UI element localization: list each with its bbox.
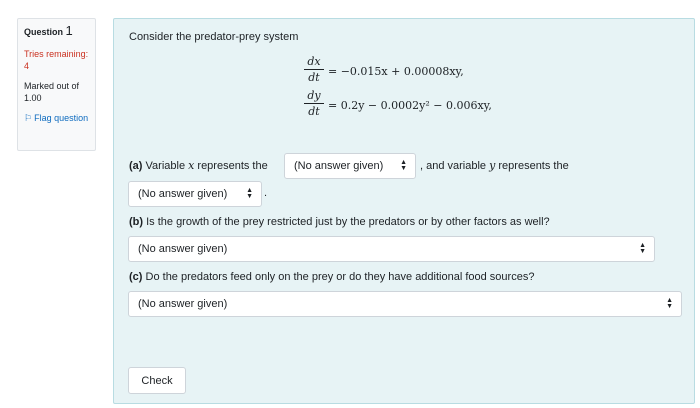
variable-x: x bbox=[188, 159, 195, 172]
part-a-label: (a) bbox=[129, 160, 143, 172]
marked-out-of: Marked out of 1.00 bbox=[24, 81, 80, 103]
select-arrows-icon: ▲ ▼ bbox=[246, 187, 253, 200]
question-info-panel: Question 1 Tries remaining: 4 Marked out… bbox=[17, 18, 96, 151]
part-a-text-1: (a) Variable x represents the bbox=[129, 159, 268, 172]
part-a-select-2-value: (No answer given) bbox=[138, 188, 228, 200]
equation-2-fraction: dy dt bbox=[304, 89, 324, 118]
part-b-label: (b) bbox=[129, 216, 144, 228]
part-a-select-2[interactable]: (No answer given) ▲ ▼ bbox=[128, 181, 262, 207]
part-c-select[interactable]: (No answer given) ▲ ▼ bbox=[128, 291, 682, 317]
part-b-question: Is the growth of the prey restricted jus… bbox=[146, 216, 550, 228]
part-a-text2: represents the bbox=[197, 160, 268, 172]
equation-1-fraction: dx dt bbox=[304, 55, 324, 84]
select-arrows-icon: ▲ ▼ bbox=[639, 242, 646, 255]
part-a-text1: Variable bbox=[145, 160, 186, 172]
equation-2-numerator: dy bbox=[304, 89, 324, 104]
flag-question-link[interactable]: ⚐ Flag question bbox=[24, 112, 95, 124]
select-arrows-icon: ▲ ▼ bbox=[400, 159, 407, 172]
part-b-select[interactable]: (No answer given) ▲ ▼ bbox=[128, 236, 655, 262]
question-label: Question bbox=[24, 27, 64, 37]
part-b-select-value: (No answer given) bbox=[138, 243, 228, 255]
part-b-text: (b) Is the growth of the prey restricted… bbox=[129, 216, 550, 228]
question-intro: Consider the predator-prey system bbox=[129, 31, 299, 43]
part-a-text4: represents the bbox=[498, 160, 569, 172]
part-a-text-2: , and variable y represents the bbox=[420, 159, 569, 172]
part-a-select-1[interactable]: (No answer given) ▲ ▼ bbox=[284, 153, 416, 179]
part-c-select-value: (No answer given) bbox=[138, 298, 228, 310]
equation-1-numerator: dx bbox=[304, 55, 324, 70]
part-c-label: (c) bbox=[129, 271, 143, 283]
equation-1-rhs: = −0.015x + 0.00008xy, bbox=[328, 65, 464, 78]
equation-2-rhs: = 0.2y − 0.0002y² − 0.006xy, bbox=[328, 99, 492, 112]
part-a-text3: , and variable bbox=[420, 160, 487, 172]
part-a-end: . bbox=[264, 187, 268, 199]
question-number-value: 1 bbox=[65, 23, 73, 38]
select-arrows-icon: ▲ ▼ bbox=[666, 297, 673, 310]
equation-2-denominator: dt bbox=[308, 105, 320, 118]
part-a-select-1-value: (No answer given) bbox=[294, 160, 384, 172]
part-c-text: (c) Do the predators feed only on the pr… bbox=[129, 271, 534, 283]
tries-remaining: Tries remaining: 4 bbox=[24, 49, 89, 71]
variable-y: y bbox=[489, 159, 496, 172]
flag-question-label: Flag question bbox=[34, 113, 89, 123]
question-number: Question 1 bbox=[24, 23, 95, 38]
part-c-question: Do the predators feed only on the prey o… bbox=[145, 271, 535, 283]
question-content: Consider the predator-prey system dx dt … bbox=[113, 18, 695, 404]
check-button[interactable]: Check bbox=[128, 367, 186, 394]
equation-1-denominator: dt bbox=[308, 71, 320, 84]
flag-icon: ⚐ bbox=[24, 113, 33, 123]
